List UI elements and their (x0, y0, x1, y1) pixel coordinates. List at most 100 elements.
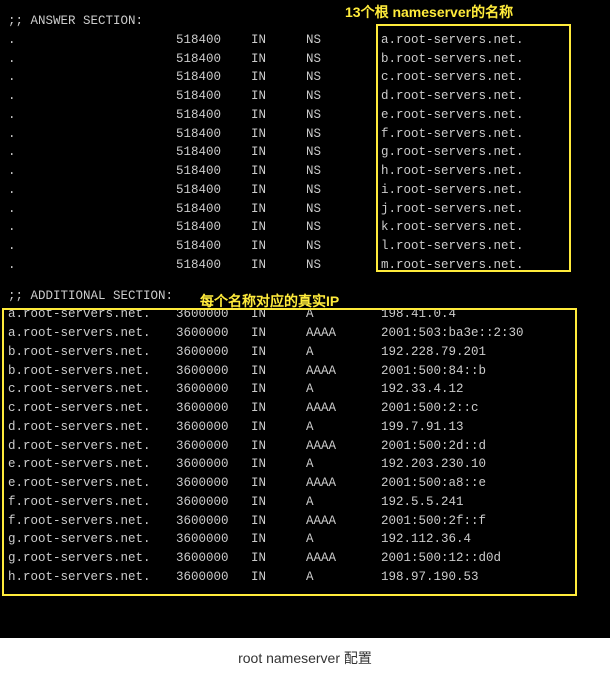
dns-record-row: .518400INNSe.root-servers.net. (8, 106, 602, 125)
record-class: IN (251, 68, 306, 87)
dns-record-row: g.root-servers.net.3600000INAAAA2001:500… (8, 549, 602, 568)
record-name: h.root-servers.net. (8, 568, 176, 587)
record-ttl: 3600000 (176, 455, 251, 474)
record-name: . (8, 200, 176, 219)
record-value: 2001:503:ba3e::2:30 (381, 324, 524, 343)
record-ttl: 518400 (176, 87, 251, 106)
record-name: . (8, 87, 176, 106)
record-name: . (8, 162, 176, 181)
record-value: 2001:500:12::d0d (381, 549, 501, 568)
record-type: NS (306, 31, 381, 50)
record-ttl: 3600000 (176, 549, 251, 568)
annotation-real-ip: 每个名称对应的真实IP (200, 291, 339, 312)
record-value: 199.7.91.13 (381, 418, 464, 437)
record-class: IN (251, 437, 306, 456)
record-value: l.root-servers.net. (381, 237, 524, 256)
record-value: 198.41.0.4 (381, 305, 456, 324)
record-value: 2001:500:2d::d (381, 437, 486, 456)
annotation-root-names: 13个根 nameserver的名称 (345, 2, 513, 23)
record-name: f.root-servers.net. (8, 493, 176, 512)
terminal-output: 13个根 nameserver的名称 ;; ANSWER SECTION: .5… (0, 0, 610, 638)
record-ttl: 3600000 (176, 474, 251, 493)
record-value: b.root-servers.net. (381, 50, 524, 69)
record-name: e.root-servers.net. (8, 455, 176, 474)
record-class: IN (251, 455, 306, 474)
record-value: i.root-servers.net. (381, 181, 524, 200)
record-class: IN (251, 50, 306, 69)
record-class: IN (251, 493, 306, 512)
dns-record-row: .518400INNSd.root-servers.net. (8, 87, 602, 106)
record-class: IN (251, 162, 306, 181)
record-class: IN (251, 362, 306, 381)
record-type: A (306, 493, 381, 512)
record-name: . (8, 50, 176, 69)
dns-record-row: c.root-servers.net.3600000INAAAA2001:500… (8, 399, 602, 418)
record-class: IN (251, 343, 306, 362)
record-class: IN (251, 399, 306, 418)
record-type: A (306, 343, 381, 362)
dns-record-row: .518400INNSa.root-servers.net. (8, 31, 602, 50)
record-value: 192.5.5.241 (381, 493, 464, 512)
dns-record-row: .518400INNSh.root-servers.net. (8, 162, 602, 181)
record-type: NS (306, 200, 381, 219)
record-class: IN (251, 324, 306, 343)
record-ttl: 518400 (176, 218, 251, 237)
record-name: a.root-servers.net. (8, 324, 176, 343)
record-value: 192.228.79.201 (381, 343, 486, 362)
dns-record-row: f.root-servers.net.3600000INAAAA2001:500… (8, 512, 602, 531)
record-value: h.root-servers.net. (381, 162, 524, 181)
dns-record-row: h.root-servers.net.3600000INA198.97.190.… (8, 568, 602, 587)
record-class: IN (251, 143, 306, 162)
record-ttl: 3600000 (176, 362, 251, 381)
record-class: IN (251, 87, 306, 106)
record-value: j.root-servers.net. (381, 200, 524, 219)
additional-section-rows: a.root-servers.net.3600000INA198.41.0.4a… (8, 305, 602, 586)
dns-record-row: b.root-servers.net.3600000INA192.228.79.… (8, 343, 602, 362)
record-ttl: 518400 (176, 200, 251, 219)
record-name: b.root-servers.net. (8, 343, 176, 362)
record-value: 192.112.36.4 (381, 530, 471, 549)
record-value: e.root-servers.net. (381, 106, 524, 125)
record-value: 2001:500:a8::e (381, 474, 486, 493)
record-type: AAAA (306, 437, 381, 456)
record-type: A (306, 568, 381, 587)
record-ttl: 3600000 (176, 380, 251, 399)
record-value: g.root-servers.net. (381, 143, 524, 162)
record-type: NS (306, 218, 381, 237)
record-ttl: 518400 (176, 50, 251, 69)
record-value: m.root-servers.net. (381, 256, 524, 275)
record-ttl: 3600000 (176, 512, 251, 531)
record-type: NS (306, 125, 381, 144)
record-name: . (8, 237, 176, 256)
dns-record-row: c.root-servers.net.3600000INA192.33.4.12 (8, 380, 602, 399)
record-type: NS (306, 162, 381, 181)
record-name: . (8, 256, 176, 275)
dns-record-row: b.root-servers.net.3600000INAAAA2001:500… (8, 362, 602, 381)
record-class: IN (251, 31, 306, 50)
dns-record-row: f.root-servers.net.3600000INA192.5.5.241 (8, 493, 602, 512)
record-class: IN (251, 218, 306, 237)
record-type: NS (306, 237, 381, 256)
record-value: 2001:500:2f::f (381, 512, 486, 531)
record-ttl: 3600000 (176, 493, 251, 512)
record-ttl: 3600000 (176, 343, 251, 362)
record-name: d.root-servers.net. (8, 437, 176, 456)
record-type: AAAA (306, 549, 381, 568)
record-ttl: 3600000 (176, 399, 251, 418)
record-ttl: 518400 (176, 106, 251, 125)
record-name: g.root-servers.net. (8, 549, 176, 568)
dns-record-row: .518400INNSj.root-servers.net. (8, 200, 602, 219)
record-class: IN (251, 256, 306, 275)
record-value: f.root-servers.net. (381, 125, 524, 144)
record-type: A (306, 455, 381, 474)
record-type: NS (306, 50, 381, 69)
figure-caption: root nameserver 配置 (0, 638, 610, 678)
dns-record-row: .518400INNSg.root-servers.net. (8, 143, 602, 162)
dns-record-row: .518400INNSm.root-servers.net. (8, 256, 602, 275)
answer-section-rows: .518400INNSa.root-servers.net..518400INN… (8, 31, 602, 275)
record-ttl: 518400 (176, 68, 251, 87)
record-ttl: 3600000 (176, 530, 251, 549)
dns-record-row: d.root-servers.net.3600000INA199.7.91.13 (8, 418, 602, 437)
dns-record-row: .518400INNSl.root-servers.net. (8, 237, 602, 256)
record-class: IN (251, 106, 306, 125)
